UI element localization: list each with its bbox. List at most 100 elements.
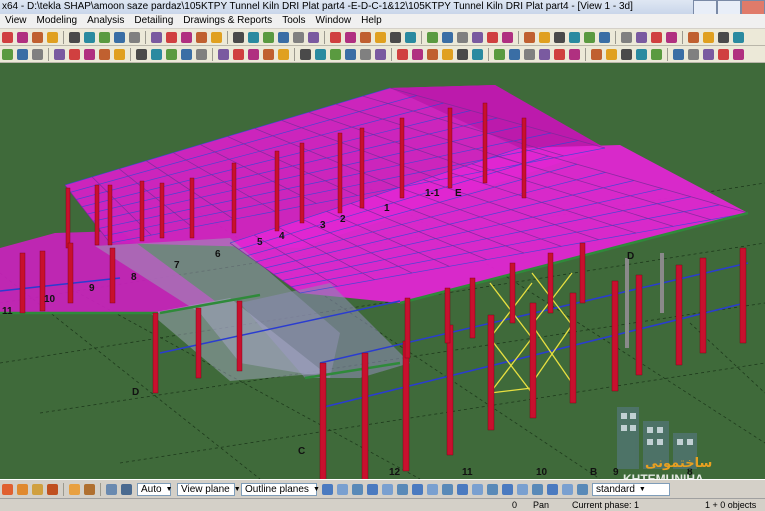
filter-select[interactable]: standard ▼ (592, 483, 670, 496)
selection-filter-icon[interactable] (397, 484, 408, 495)
toolbar-tool-icon[interactable] (427, 31, 438, 43)
toolbar-tool-icon[interactable] (166, 31, 177, 43)
toolbar-tool-icon[interactable] (442, 31, 453, 43)
modeling-tool-icon[interactable] (524, 48, 535, 60)
toolbar-tool-icon[interactable] (457, 31, 468, 43)
modeling-tool-icon[interactable] (99, 48, 110, 60)
modeling-tool-icon[interactable] (427, 48, 438, 60)
selection-filter-icon[interactable] (562, 484, 573, 495)
modeling-tool-icon[interactable] (733, 48, 744, 60)
snap-icon[interactable] (2, 484, 13, 495)
selection-filter-icon[interactable] (502, 484, 513, 495)
depth-mode-select[interactable]: Auto ▼ (137, 483, 173, 496)
modeling-tool-icon[interactable] (181, 48, 192, 60)
modeling-tool-icon[interactable] (442, 48, 453, 60)
toolbar-tool-icon[interactable] (502, 31, 513, 43)
modeling-tool-icon[interactable] (330, 48, 341, 60)
modeling-tool-icon[interactable] (54, 48, 65, 60)
modeling-tool-icon[interactable] (233, 48, 244, 60)
minimize-button[interactable] (693, 0, 717, 14)
toolbar-tool-icon[interactable] (405, 31, 416, 43)
toolbar-tool-icon[interactable] (718, 31, 729, 43)
modeling-tool-icon[interactable] (136, 48, 147, 60)
toolbar-tool-icon[interactable] (278, 31, 289, 43)
toolbar-tool-icon[interactable] (524, 31, 535, 43)
modeling-tool-icon[interactable] (472, 48, 483, 60)
toolbar-tool-icon[interactable] (360, 31, 371, 43)
modeling-tool-icon[interactable] (166, 48, 177, 60)
toolbar-tool-icon[interactable] (539, 31, 550, 43)
snap-end-icon[interactable] (17, 484, 28, 495)
toolbar-tool-icon[interactable] (129, 31, 140, 43)
selection-filter-icon[interactable] (532, 484, 543, 495)
modeling-tool-icon[interactable] (278, 48, 289, 60)
maximize-button[interactable] (717, 0, 741, 14)
menu-window[interactable]: Window (311, 14, 357, 28)
menu-drawings-reports[interactable]: Drawings & Reports (178, 14, 277, 28)
menu-modeling[interactable]: Modeling (32, 14, 83, 28)
modeling-tool-icon[interactable] (151, 48, 162, 60)
select-icon[interactable] (69, 484, 80, 495)
toolbar-tool-icon[interactable] (666, 31, 677, 43)
modeling-tool-icon[interactable] (300, 48, 311, 60)
modeling-tool-icon[interactable] (688, 48, 699, 60)
selection-filter-icon[interactable] (442, 484, 453, 495)
toolbar-tool-icon[interactable] (248, 31, 259, 43)
toolbar-tool-icon[interactable] (651, 31, 662, 43)
toolbar-tool-icon[interactable] (293, 31, 304, 43)
menu-analysis[interactable]: Analysis (82, 14, 129, 28)
modeling-tool-icon[interactable] (673, 48, 684, 60)
modeling-tool-icon[interactable] (554, 48, 565, 60)
modeling-tool-icon[interactable] (509, 48, 520, 60)
toolbar-tool-icon[interactable] (636, 31, 647, 43)
toolbar-tool-icon[interactable] (472, 31, 483, 43)
toolbar-tool-icon[interactable] (181, 31, 192, 43)
selection-filter-icon[interactable] (352, 484, 363, 495)
toolbar-tool-icon[interactable] (32, 31, 43, 43)
selection-filter-icon[interactable] (472, 484, 483, 495)
selection-filter-icon[interactable] (457, 484, 468, 495)
toolbar-tool-icon[interactable] (584, 31, 595, 43)
toolbar-tool-icon[interactable] (99, 31, 110, 43)
toolbar-tool-icon[interactable] (47, 31, 58, 43)
modeling-tool-icon[interactable] (636, 48, 647, 60)
close-button[interactable] (741, 0, 765, 14)
modeling-tool-icon[interactable] (360, 48, 371, 60)
modeling-tool-icon[interactable] (703, 48, 714, 60)
menu-help[interactable]: Help (356, 14, 387, 28)
toolbar-tool-icon[interactable] (621, 31, 632, 43)
toolbar-tool-icon[interactable] (308, 31, 319, 43)
modeling-tool-icon[interactable] (569, 48, 580, 60)
modeling-tool-icon[interactable] (397, 48, 408, 60)
modeling-tool-icon[interactable] (494, 48, 505, 60)
selection-filter-icon[interactable] (367, 484, 378, 495)
modeling-tool-icon[interactable] (718, 48, 729, 60)
modeling-tool-icon[interactable] (263, 48, 274, 60)
selection-filter-icon[interactable] (382, 484, 393, 495)
modeling-tool-icon[interactable] (196, 48, 207, 60)
toolbar-tool-icon[interactable] (196, 31, 207, 43)
modeling-tool-icon[interactable] (32, 48, 43, 60)
toolbar-tool-icon[interactable] (487, 31, 498, 43)
modeling-tool-icon[interactable] (651, 48, 662, 60)
modeling-tool-icon[interactable] (2, 48, 13, 60)
pan-icon[interactable] (84, 484, 95, 495)
toolbar-tool-icon[interactable] (84, 31, 95, 43)
toolbar-tool-icon[interactable] (69, 31, 80, 43)
toolbar-tool-icon[interactable] (211, 31, 222, 43)
toolbar-tool-icon[interactable] (114, 31, 125, 43)
modeling-tool-icon[interactable] (345, 48, 356, 60)
toolbar-tool-icon[interactable] (151, 31, 162, 43)
selection-filter-icon[interactable] (412, 484, 423, 495)
modeling-tool-icon[interactable] (114, 48, 125, 60)
snap-mid-icon[interactable] (32, 484, 43, 495)
view-icon[interactable] (106, 484, 117, 495)
toolbar-tool-icon[interactable] (263, 31, 274, 43)
toolbar-tool-icon[interactable] (233, 31, 244, 43)
toolbar-tool-icon[interactable] (345, 31, 356, 43)
selection-filter-icon[interactable] (517, 484, 528, 495)
toolbar-tool-icon[interactable] (17, 31, 28, 43)
toolbar-tool-icon[interactable] (688, 31, 699, 43)
modeling-tool-icon[interactable] (621, 48, 632, 60)
selection-filter-icon[interactable] (547, 484, 558, 495)
